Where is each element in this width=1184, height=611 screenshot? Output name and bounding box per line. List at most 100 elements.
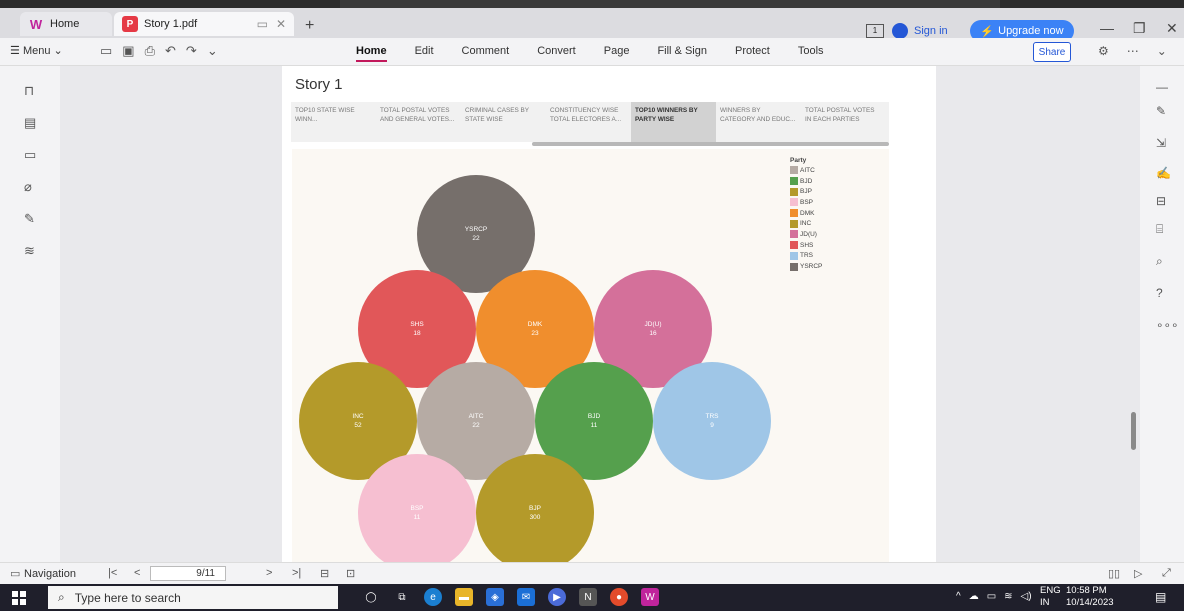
bubble-trs[interactable] [653,362,771,480]
onedrive-icon[interactable]: ☁ [969,591,979,602]
ribbon-tab-tools[interactable]: Tools [798,45,824,62]
system-tray: ^ ☁ ▭ ≋ ◁) [956,591,1032,602]
thumbnail-icon[interactable]: ▤ [24,116,38,130]
file-explorer-icon[interactable]: ▬ [455,588,473,606]
edge-icon[interactable]: e [424,588,442,606]
first-page-icon[interactable]: |< [108,567,117,579]
language-indicator[interactable]: ENG IN [1040,585,1061,609]
navigation-panel-icon[interactable]: ▭ [10,567,20,580]
story-tab[interactable]: CRIMINAL CASES BY STATE WISE [461,102,546,142]
story-tab[interactable]: TOTAL POSTAL VOTES AND GENERAL VOTES... [376,102,461,142]
legend-label: INC [800,220,812,228]
story-tabs-scrollbar[interactable] [532,142,889,146]
reading-mode-icon[interactable]: ▯▯ [1108,567,1120,580]
ribbon-tab-edit[interactable]: Edit [415,45,434,62]
fit-width-icon[interactable]: ⊟ [320,567,329,580]
layers-icon[interactable]: ≋ [24,244,38,258]
tray-expand-icon[interactable]: ^ [956,591,961,602]
collapse-panel-icon[interactable]: — [1156,80,1170,94]
tab-window-icon[interactable]: ▭ [257,17,268,31]
redo-icon[interactable]: ↷ [186,43,197,59]
legend-label: TRS [800,252,813,260]
quick-tools-dropdown-icon[interactable]: ⌄ [207,43,218,59]
notion-icon[interactable]: N [579,588,597,606]
menu-button[interactable]: ☰ Menu ⌄ [10,44,63,57]
more-tools-icon[interactable]: ∘∘∘ [1156,318,1179,332]
last-page-icon[interactable]: >| [292,567,301,579]
ribbon-tab-fill-sign[interactable]: Fill & Sign [657,45,707,62]
ribbon-tab-home[interactable]: Home [356,45,387,62]
legend-title: Party [790,157,807,164]
notifications-icon[interactable]: ▤ [1155,590,1166,604]
vertical-scrollbar-thumb[interactable] [1131,412,1136,450]
close-tab-icon[interactable]: ✕ [276,17,286,31]
page-view-icon[interactable]: 1 [866,24,884,38]
ribbon-tab-page[interactable]: Page [604,45,630,62]
more-options-icon[interactable]: ⋯ [1127,44,1139,58]
collapse-ribbon-icon[interactable]: ⌄ [1157,44,1167,58]
story-tab[interactable]: CONSTITUENCY WISE TOTAL ELECTORES A... [546,102,631,142]
scan-icon[interactable]: ⌸ [1156,222,1170,237]
fullscreen-icon[interactable]: ⤢ [1162,567,1171,580]
next-page-icon[interactable]: > [266,567,272,579]
play-icon[interactable]: ▷ [1134,567,1142,580]
search-icon[interactable]: ⌕ [1156,254,1170,269]
battery-icon[interactable]: ▭ [987,591,996,602]
legend-item[interactable]: BJD [790,176,822,187]
legend-item[interactable]: YSRCP [790,261,822,272]
story-tab[interactable]: TOTAL POSTAL VOTES IN EACH PARTIES [801,102,886,142]
print-icon[interactable]: ⎙ [145,43,155,59]
prev-page-icon[interactable]: < [134,567,140,579]
annotate-icon[interactable]: ✍ [1156,166,1171,180]
legend-item[interactable]: TRS [790,251,822,262]
wifi-icon[interactable]: ≋ [1004,591,1012,602]
legend-item[interactable]: INC [790,218,822,229]
store-icon[interactable]: ◈ [486,588,504,606]
attachment-icon[interactable]: ⌀ [24,180,38,194]
columns-icon[interactable]: ⊟ [1156,194,1170,208]
legend-item[interactable]: SHS [790,240,822,251]
task-view-icon[interactable]: ⧉ [393,588,411,606]
tab-document[interactable]: P Story 1.pdf ▭ ✕ [114,12,294,36]
wps-taskbar-icon[interactable]: W [641,588,659,606]
legend-item[interactable]: BJP [790,186,822,197]
windows-start-icon[interactable] [12,591,26,605]
volume-icon[interactable]: ◁) [1021,591,1032,602]
export-icon[interactable]: ⇲ [1156,136,1170,150]
undo-icon[interactable]: ↶ [165,43,176,59]
settings-icon[interactable]: ⚙ [1098,44,1109,58]
bookmark-icon[interactable]: ⊓ [24,84,38,98]
restore-icon[interactable]: ❐ [1133,20,1146,37]
help-icon[interactable]: ? [1156,286,1170,300]
comment-icon[interactable]: ▭ [24,148,38,162]
media-icon[interactable]: ▶ [548,588,566,606]
new-tab-button[interactable]: + [305,17,314,35]
cortana-icon[interactable]: ◯ [362,588,380,606]
bubble-label: BSP [410,505,423,512]
taskbar-clock[interactable]: 10:58 PM 10/14/2023 [1066,585,1114,609]
legend-item[interactable]: JD(U) [790,229,822,240]
fit-page-icon[interactable]: ⊡ [346,567,355,580]
story-tab[interactable]: TOP10 STATE WISE WINN... [291,102,376,142]
story-tab[interactable]: WINNERS BY CATEGORY AND EDUC... [716,102,801,142]
story-tab-active[interactable]: TOP10 WINNERS BY PARTY WISE [631,102,716,142]
taskbar-search[interactable]: ⌕ Type here to search [48,586,338,609]
ribbon-tab-convert[interactable]: Convert [537,45,576,62]
legend-item[interactable]: DMK [790,208,822,219]
legend-item[interactable]: AITC [790,165,822,176]
minimize-icon[interactable]: — [1100,20,1114,36]
navigation-label[interactable]: Navigation [24,568,76,580]
share-button[interactable]: Share [1033,42,1071,62]
save-icon[interactable]: ▣ [122,43,134,59]
ribbon-tab-comment[interactable]: Comment [462,45,510,62]
edit-icon[interactable]: ✎ [1156,104,1170,118]
open-folder-icon[interactable]: ▭ [100,43,112,59]
page-number-input[interactable]: 9/11 [150,566,226,581]
ribbon-tab-protect[interactable]: Protect [735,45,770,62]
signature-icon[interactable]: ✎ [24,212,38,226]
mail-icon[interactable]: ✉ [517,588,535,606]
close-window-icon[interactable]: ✕ [1166,20,1178,37]
chrome-icon[interactable]: ● [610,588,628,606]
legend-item[interactable]: BSP [790,197,822,208]
tab-home[interactable]: W Home [20,12,112,36]
